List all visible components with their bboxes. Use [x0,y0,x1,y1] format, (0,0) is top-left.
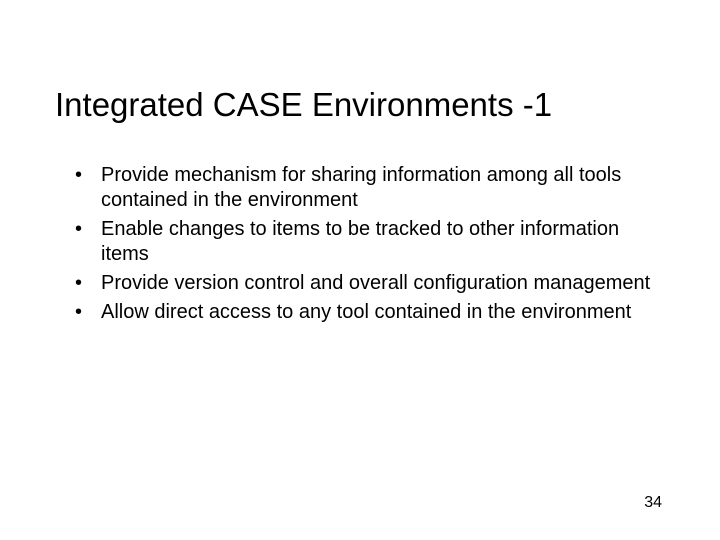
list-item: Provide version control and overall conf… [83,271,665,296]
list-item: Provide mechanism for sharing informatio… [83,163,665,213]
page-number: 34 [644,494,662,512]
bullet-list: Provide mechanism for sharing informatio… [55,163,665,325]
list-item: Enable changes to items to be tracked to… [83,217,665,267]
slide: Integrated CASE Environments -1 Provide … [0,0,720,540]
slide-title: Integrated CASE Environments -1 [55,85,665,125]
list-item: Allow direct access to any tool containe… [83,300,665,325]
